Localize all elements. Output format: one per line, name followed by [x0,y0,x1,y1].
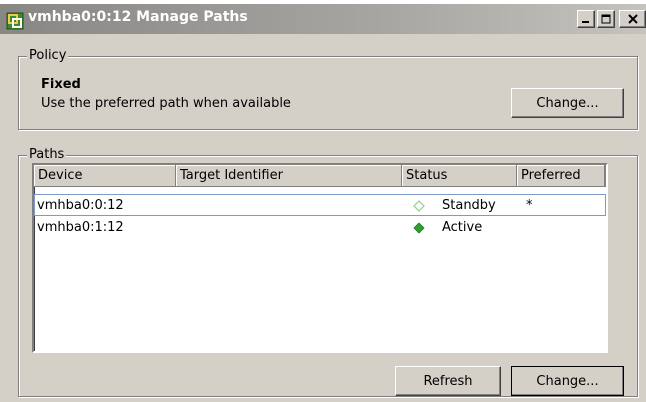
green-diamond-icon [413,222,425,234]
minimize-icon [582,21,589,23]
close-icon [627,14,638,24]
paths-change-button[interactable]: Change... [511,366,624,396]
policy-group-label: Policy [27,48,69,63]
manage-paths-window: vmhba0:0:12 Manage Paths Policy Fixed Us… [0,0,646,402]
cell-preferred: * [526,198,533,213]
app-icon [6,12,24,30]
column-target-identifier[interactable]: Target Identifier [176,165,402,187]
hollow-diamond-icon [413,200,425,212]
paths-group-label: Paths [27,147,67,162]
paths-change-label: Change... [536,373,599,389]
refresh-label: Refresh [423,373,473,389]
policy-change-button[interactable]: Change... [511,88,624,118]
close-button[interactable] [619,10,646,28]
table-row[interactable]: vmhba0:1:12 Active [34,217,606,239]
list-header: Device Target Identifier Status Preferre… [34,165,606,187]
column-device[interactable]: Device [34,165,176,187]
column-filler [605,165,606,187]
policy-name: Fixed [41,77,81,92]
maximize-icon [601,14,611,24]
refresh-button[interactable]: Refresh [395,366,501,396]
cell-device: vmhba0:1:12 [37,220,124,235]
maximize-button[interactable] [597,10,615,28]
cell-status: Active [442,220,483,235]
column-status[interactable]: Status [402,165,517,187]
column-preferred[interactable]: Preferred [517,165,605,187]
minimize-button[interactable] [577,10,595,28]
cell-status: Standby [442,198,496,213]
window-title: vmhba0:0:12 Manage Paths [28,9,248,25]
title-bar[interactable]: vmhba0:0:12 Manage Paths [0,0,646,34]
policy-description: Use the preferred path when available [41,96,291,111]
policy-change-label: Change... [536,95,599,111]
cell-device: vmhba0:0:12 [37,198,124,213]
paths-list[interactable]: Device Target Identifier Status Preferre… [32,163,608,353]
table-row[interactable]: vmhba0:0:12 Standby * [34,194,606,216]
